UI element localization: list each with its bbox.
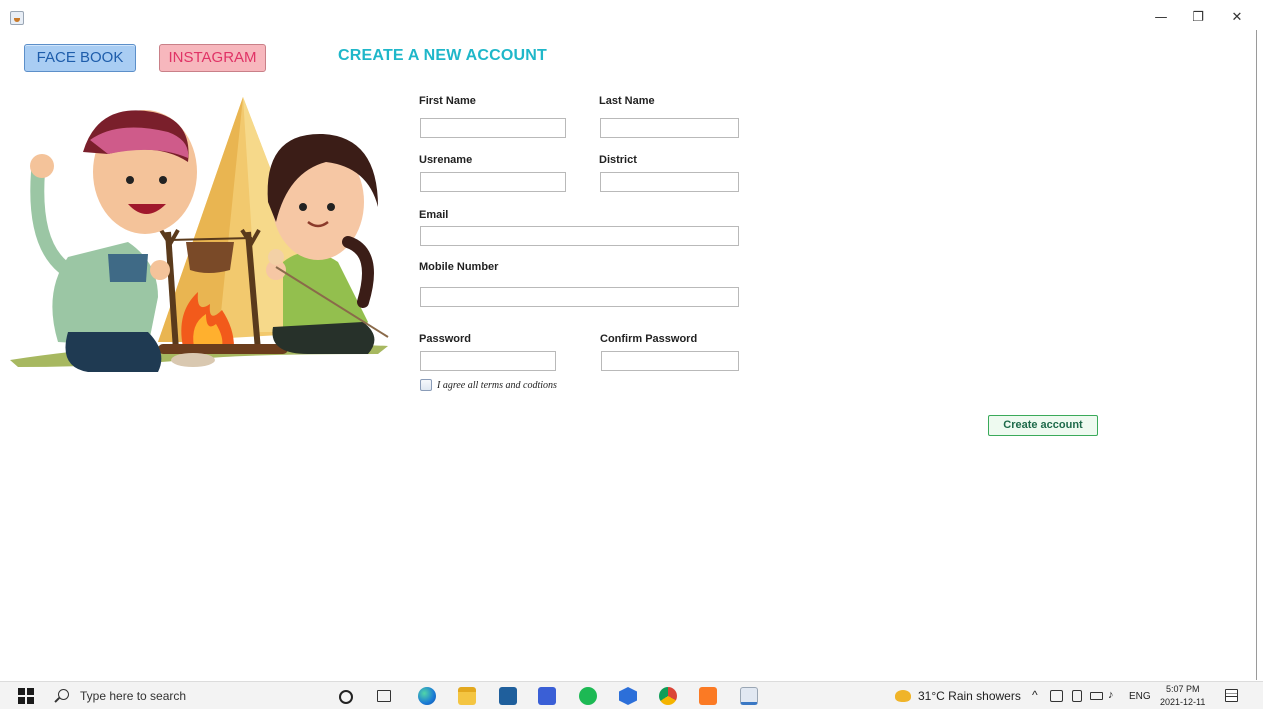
notifications-icon[interactable] — [1225, 689, 1238, 702]
visual-studio-icon[interactable] — [538, 687, 556, 705]
taskbar: Type here to search 31°C Rain showers ^ … — [0, 681, 1263, 709]
last-name-input[interactable] — [600, 118, 739, 138]
clock-date[interactable]: 2021-12-11 — [1160, 697, 1205, 707]
app-window: — ❐ ✕ FACE BOOK INSTAGRAM CREATE A NEW A… — [0, 0, 1263, 709]
minimize-button[interactable]: — — [1146, 8, 1176, 28]
district-label: District — [599, 154, 637, 166]
password-label: Password — [419, 333, 471, 345]
email-input[interactable] — [420, 226, 739, 246]
username-input[interactable] — [420, 172, 566, 192]
first-name-label: First Name — [419, 95, 476, 107]
chrome-icon[interactable] — [659, 687, 677, 705]
confirm-password-label: Confirm Password — [600, 333, 698, 345]
windows-start-icon[interactable] — [18, 688, 34, 704]
camping-illustration — [10, 97, 389, 372]
java-icon[interactable] — [740, 687, 758, 705]
search-placeholder: Type here to search — [80, 689, 187, 703]
java-app-icon — [10, 11, 24, 25]
maximize-button[interactable]: ❐ — [1183, 8, 1213, 28]
weather-icon[interactable] — [895, 690, 911, 702]
clock-time[interactable]: 5:07 PM — [1166, 684, 1200, 694]
chevron-up-icon[interactable]: ^ — [1032, 688, 1038, 702]
page-title: CREATE A NEW ACCOUNT — [338, 47, 548, 64]
last-name-label: Last Name — [599, 95, 655, 107]
password-input[interactable] — [420, 351, 556, 371]
window-border — [1256, 30, 1257, 680]
create-account-button[interactable]: Create account — [988, 415, 1098, 436]
terms-checkbox[interactable] — [420, 379, 432, 391]
username-label: Usrename — [419, 154, 473, 166]
facebook-button[interactable]: FACE BOOK — [24, 44, 136, 72]
app-hex-icon[interactable] — [619, 687, 637, 705]
battery-icon[interactable] — [1090, 692, 1103, 700]
close-button[interactable]: ✕ — [1222, 8, 1252, 28]
confirm-password-input[interactable] — [601, 351, 739, 371]
language-indicator[interactable]: ENG — [1129, 691, 1151, 702]
task-view-icon[interactable] — [377, 690, 391, 702]
meet-now-icon[interactable] — [1072, 690, 1082, 702]
search-icon — [58, 689, 69, 700]
taskbar-search[interactable]: Type here to search — [48, 685, 318, 707]
instagram-button[interactable]: INSTAGRAM — [159, 44, 266, 72]
file-explorer-icon[interactable] — [458, 687, 476, 705]
terms-label: I agree all terms and codtions — [437, 380, 557, 391]
mail-icon[interactable] — [499, 687, 517, 705]
xampp-icon[interactable] — [699, 687, 717, 705]
mobile-number-label: Mobile Number — [419, 261, 499, 273]
first-name-input[interactable] — [420, 118, 566, 138]
spotify-icon[interactable] — [579, 687, 597, 705]
mobile-number-input[interactable] — [420, 287, 739, 307]
network-tray-icon[interactable] — [1050, 690, 1063, 702]
email-label: Email — [419, 209, 449, 221]
cortana-icon[interactable] — [339, 690, 353, 704]
weather-text[interactable]: 31°C Rain showers — [918, 689, 1021, 703]
district-input[interactable] — [600, 172, 739, 192]
volume-icon[interactable]: ♪ — [1108, 689, 1114, 701]
edge-icon[interactable] — [418, 687, 436, 705]
